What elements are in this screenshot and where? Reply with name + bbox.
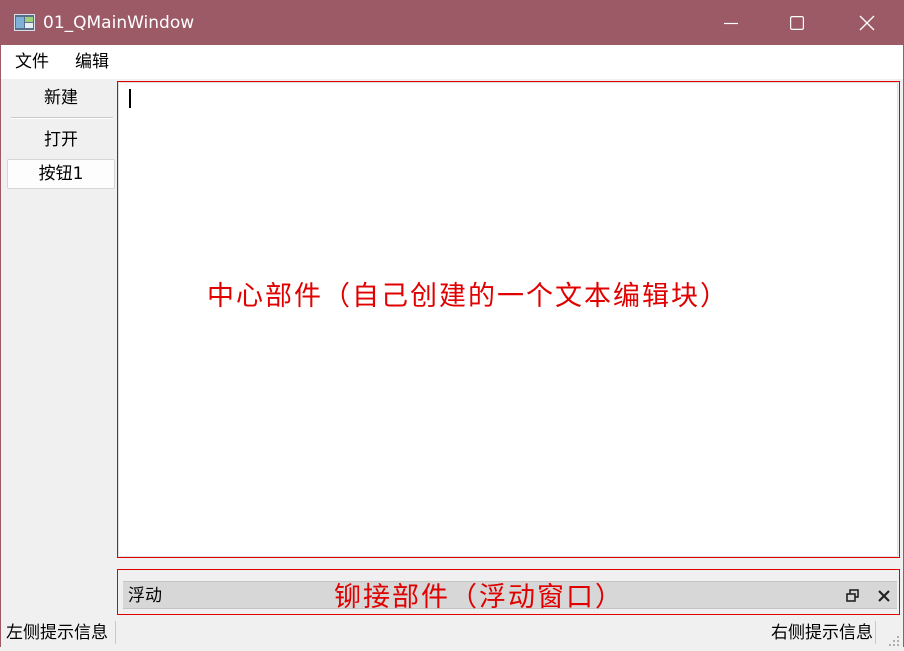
- dock-widget-annotation: 铆接部件（浮动窗口）: [334, 582, 624, 613]
- title-bar[interactable]: 01_QMainWindow: [1, 1, 903, 45]
- text-caret: [129, 89, 131, 108]
- maximize-button[interactable]: [769, 1, 825, 45]
- menu-edit[interactable]: 编辑: [75, 52, 109, 72]
- close-button[interactable]: [839, 1, 895, 45]
- minimize-button[interactable]: [703, 1, 759, 45]
- open-button[interactable]: 打开: [7, 125, 115, 155]
- status-separator: [115, 621, 116, 644]
- button1[interactable]: 按钮1: [7, 159, 115, 189]
- dock-close-icon: [878, 590, 890, 602]
- maximize-icon: [790, 16, 804, 30]
- toolbar-separator: [11, 117, 113, 119]
- dock-title: 浮动: [128, 586, 162, 606]
- close-icon: [859, 15, 875, 31]
- dock-close-button[interactable]: [875, 587, 893, 605]
- status-right-message: 右侧提示信息: [771, 623, 873, 643]
- central-text-edit[interactable]: [118, 82, 898, 557]
- dock-float-button[interactable]: [844, 587, 862, 605]
- window-title: 01_QMainWindow: [43, 13, 195, 33]
- new-button[interactable]: 新建: [7, 83, 115, 113]
- size-grip-icon[interactable]: [888, 632, 900, 646]
- app-window-icon: [14, 14, 35, 31]
- menu-file[interactable]: 文件: [15, 52, 49, 72]
- minimize-icon: [724, 22, 738, 25]
- status-bar: 左侧提示信息 右侧提示信息: [1, 618, 903, 647]
- status-left-message: 左侧提示信息: [6, 623, 108, 643]
- menu-bar: 文件 编辑: [1, 45, 903, 79]
- status-separator: [875, 621, 876, 644]
- central-widget-annotation: 中心部件（自己创建的一个文本编辑块）: [207, 281, 729, 312]
- float-restore-icon: [846, 589, 859, 602]
- tool-bar: 新建 打开 按钮1: [1, 79, 117, 618]
- main-window: 01_QMainWindow 文件 编辑 新建 打开 按钮1 中心部件（自己创建…: [0, 0, 904, 647]
